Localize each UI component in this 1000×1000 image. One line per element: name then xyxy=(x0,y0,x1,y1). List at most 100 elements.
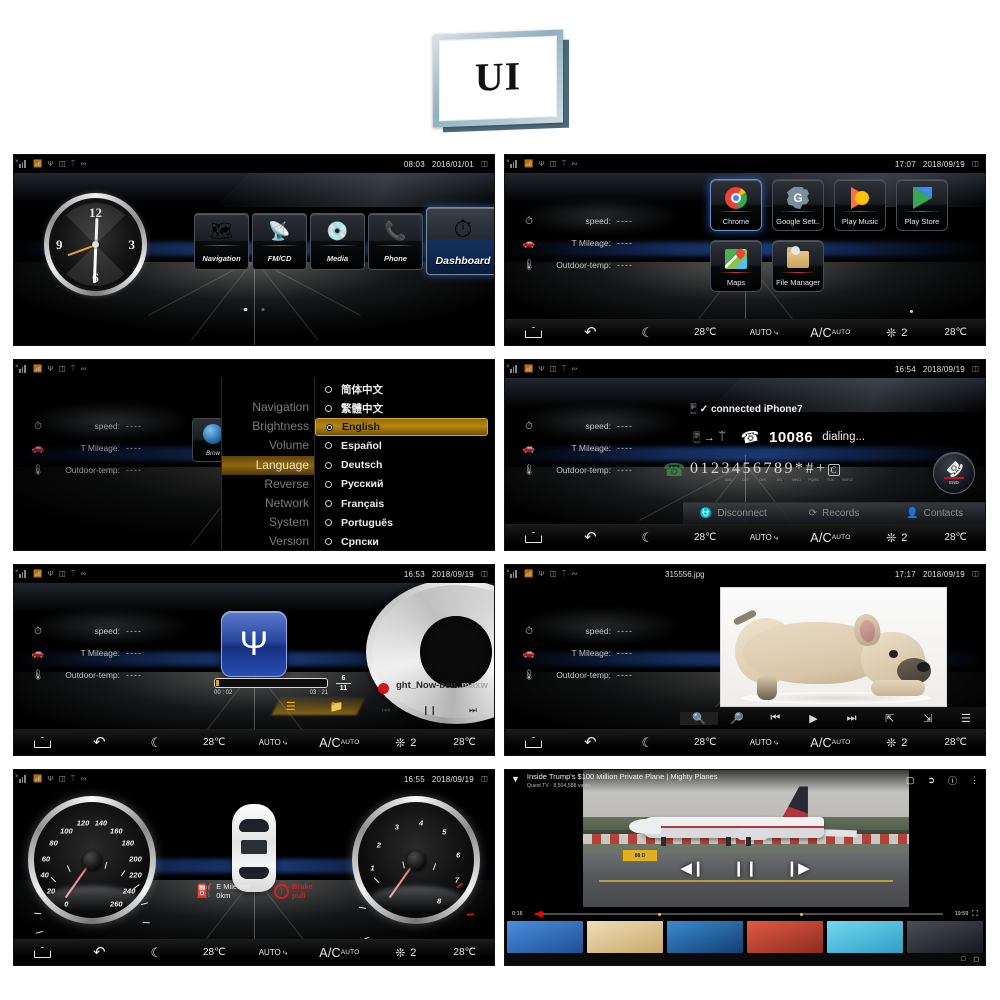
language-option[interactable]: Português xyxy=(315,513,494,532)
passenger-temp[interactable]: 28℃ xyxy=(926,737,985,748)
app-play-store[interactable]: Play Store xyxy=(896,179,948,231)
passenger-temp[interactable]: 28℃ xyxy=(926,327,985,338)
language-option[interactable]: 繁體中文 xyxy=(315,399,494,418)
playlist-icon[interactable]: ☰ xyxy=(286,700,296,713)
ac-auto-button[interactable]: A/C AUTO xyxy=(793,326,867,340)
auto-airflow-button[interactable]: AUTO ⤷ xyxy=(244,738,303,748)
back-button[interactable]: ↷ xyxy=(562,529,619,546)
rewind-icon[interactable]: ◀❙ xyxy=(680,859,704,877)
back-button[interactable]: ↷ xyxy=(562,324,619,341)
settings-menu-network[interactable]: Network xyxy=(222,494,314,513)
app-maps[interactable]: Maps xyxy=(710,240,762,292)
settings-menu-volume[interactable]: Volume xyxy=(222,436,314,455)
key-1[interactable]: 1 xyxy=(701,460,709,478)
video-seekbar[interactable] xyxy=(535,911,944,917)
carousel-tile-phone[interactable]: 📞 Phone xyxy=(368,213,423,270)
folder-icon[interactable]: 📁 xyxy=(330,700,344,713)
fan-speed-control[interactable]: ❊ 2 xyxy=(376,947,435,959)
passenger-temp[interactable]: 28℃ xyxy=(435,947,494,958)
zoom-out-icon[interactable]: 🔎 xyxy=(718,712,756,725)
driver-temp[interactable]: 28℃ xyxy=(185,737,244,748)
key-6[interactable]: 6 xyxy=(753,460,761,478)
thumbnail-item[interactable] xyxy=(507,921,583,953)
key-7[interactable]: 7 xyxy=(764,460,772,478)
key-4[interactable]: 4 xyxy=(732,460,740,478)
back-button[interactable]: ↷ xyxy=(71,734,128,751)
settings-menu-version[interactable]: Version xyxy=(222,532,314,550)
carousel-tile-media[interactable]: 💿 Media xyxy=(310,213,365,270)
home-button[interactable] xyxy=(505,737,562,748)
info-icon[interactable]: ⓘ xyxy=(948,774,957,787)
ac-auto-button[interactable]: A/C AUTO xyxy=(302,736,376,750)
fan-speed-control[interactable]: ❊ 2 xyxy=(867,737,926,749)
key-star[interactable]: * xyxy=(795,460,803,478)
key-hash[interactable]: # xyxy=(806,460,814,478)
next-track-icon[interactable]: ⏭ xyxy=(469,705,477,716)
key-5[interactable]: 5 xyxy=(743,460,751,478)
zoom-in-icon[interactable]: 🔍 xyxy=(680,711,719,725)
thumbnail-item[interactable] xyxy=(667,921,743,953)
key-2[interactable]: 2 xyxy=(711,460,719,478)
photo-display[interactable] xyxy=(720,587,947,707)
passenger-temp[interactable]: 28℃ xyxy=(926,532,985,543)
driver-temp[interactable]: 28℃ xyxy=(676,327,735,338)
tab-contacts[interactable]: 👤 Contacts xyxy=(884,508,985,519)
fan-speed-control[interactable]: ❊ 2 xyxy=(867,532,926,544)
auto-airflow-button[interactable]: AUTO ⤷ xyxy=(735,738,794,748)
minimize-icon[interactable]: □ xyxy=(961,956,965,963)
playback-progress[interactable]: 00 : 02 03 : 21 xyxy=(214,678,328,696)
language-option[interactable]: 简体中文 xyxy=(315,380,494,399)
rotate-right-icon[interactable]: ⇲ xyxy=(909,712,947,725)
ac-auto-button[interactable]: A/C AUTO xyxy=(793,736,867,750)
fast-forward-icon[interactable]: ❙▶ xyxy=(786,859,810,877)
auto-airflow-button[interactable]: AUTO ⤷ xyxy=(735,328,794,338)
night-mode-button[interactable]: ☾ xyxy=(128,946,185,959)
slideshow-play-icon[interactable]: ▶ xyxy=(794,712,832,725)
progress-track[interactable] xyxy=(214,678,328,688)
auto-airflow-button[interactable]: AUTO ⤷ xyxy=(244,948,303,958)
carousel-tile-dashboard[interactable]: ⏱ Dashboard xyxy=(426,207,494,275)
previous-track-icon[interactable]: ⏮ xyxy=(382,705,390,716)
rotate-left-icon[interactable]: ⇱ xyxy=(871,712,909,725)
key-clear[interactable]: C xyxy=(827,464,840,476)
key-plus[interactable]: + xyxy=(816,460,825,478)
night-mode-button[interactable]: ☾ xyxy=(619,531,676,544)
thumbnail-item[interactable] xyxy=(827,921,903,953)
home-button[interactable] xyxy=(14,947,71,958)
fullscreen-icon[interactable]: ⛶ xyxy=(972,909,978,919)
language-option-selected[interactable]: English xyxy=(315,418,488,437)
settings-menu-navigation[interactable]: Navigation xyxy=(222,398,314,417)
tab-records[interactable]: ⟳ Records xyxy=(784,508,885,519)
home-button[interactable] xyxy=(505,532,562,543)
list-view-icon[interactable]: ☰ xyxy=(947,712,985,725)
end-call-button[interactable]: ☎ END xyxy=(933,452,975,494)
cast-icon[interactable]: ▢ xyxy=(906,775,915,786)
back-button[interactable]: ↷ xyxy=(71,944,128,961)
key-9[interactable]: 9 xyxy=(785,460,793,478)
ac-auto-button[interactable]: A/C AUTO xyxy=(302,946,376,960)
back-button[interactable]: ↷ xyxy=(562,734,619,751)
language-option[interactable]: Deutsch xyxy=(315,456,494,475)
seekbar-knob[interactable] xyxy=(537,911,544,917)
page-dot-active[interactable] xyxy=(909,309,913,313)
language-option[interactable]: Français xyxy=(315,494,494,513)
auto-airflow-button[interactable]: AUTO ⤷ xyxy=(735,533,794,543)
driver-temp[interactable]: 28℃ xyxy=(676,737,735,748)
send-call-icon[interactable]: ☎ xyxy=(663,460,685,481)
page-dot-active[interactable] xyxy=(243,307,247,311)
night-mode-button[interactable]: ☾ xyxy=(619,736,676,749)
language-option[interactable]: Español xyxy=(315,436,494,455)
app-file-manager[interactable]: File Manager xyxy=(772,240,824,292)
driver-temp[interactable]: 28℃ xyxy=(185,947,244,958)
chevron-down-icon[interactable]: ▼ xyxy=(511,774,520,784)
overview-icon[interactable]: ◻ xyxy=(973,955,979,963)
thumbnail-item[interactable] xyxy=(907,921,983,953)
app-chrome[interactable]: Chrome xyxy=(710,179,762,231)
night-mode-button[interactable]: ☾ xyxy=(619,326,676,339)
share-icon[interactable]: ➲ xyxy=(927,775,935,786)
settings-menu-brightness[interactable]: Brightness xyxy=(222,417,314,436)
home-button[interactable] xyxy=(14,737,71,748)
ac-auto-button[interactable]: A/C AUTO xyxy=(793,531,867,545)
key-0[interactable]: 0 xyxy=(690,460,698,478)
more-options-icon[interactable]: ⋮ xyxy=(970,775,979,786)
